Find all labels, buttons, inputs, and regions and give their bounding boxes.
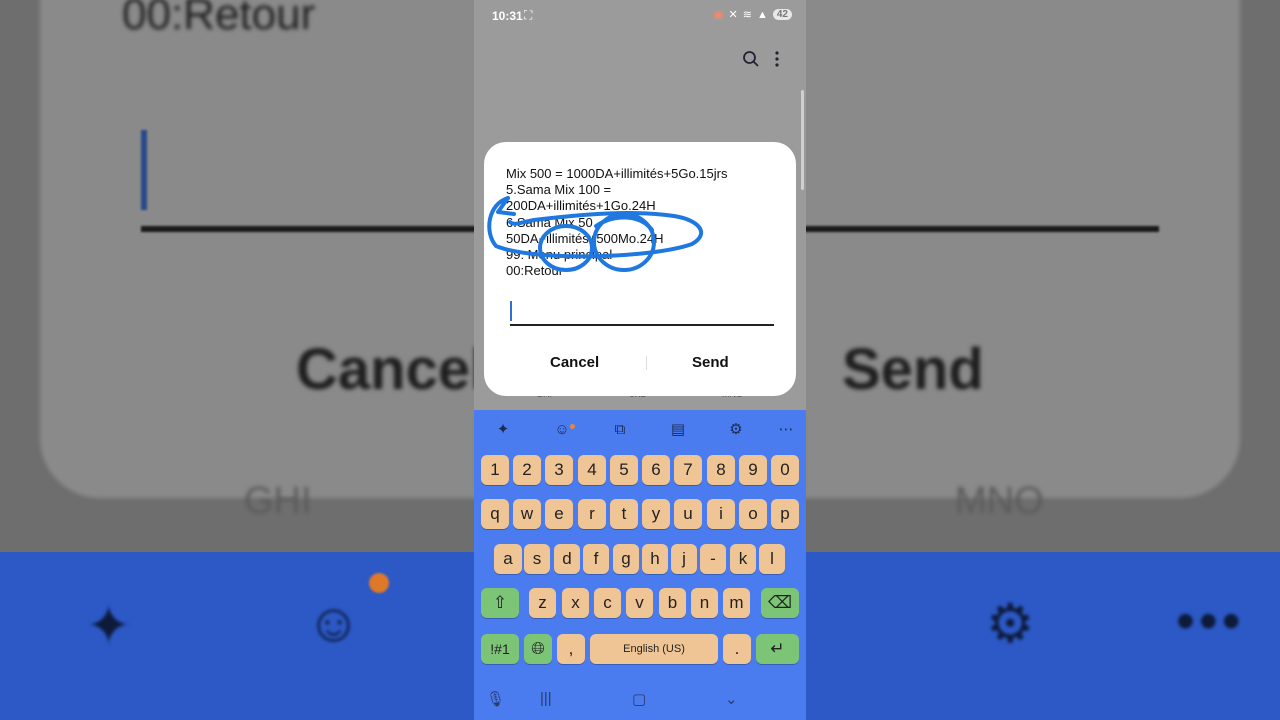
key-i[interactable]: i bbox=[707, 499, 735, 529]
key-1[interactable]: 1 bbox=[481, 455, 509, 485]
bg-smiley-icon: ☺ bbox=[306, 593, 362, 653]
key-m[interactable]: m bbox=[723, 588, 750, 618]
key-j[interactable]: j bbox=[671, 544, 697, 574]
message-line: 5.Sama Mix 100 = bbox=[506, 182, 612, 198]
status-icons: ▣ ✕ ≋ ▲ 42 bbox=[713, 8, 792, 21]
ussd-dialog: Mix 500 = 1000DA+illimités+5Go.15jrs 5.S… bbox=[484, 142, 796, 396]
key-7[interactable]: 7 bbox=[674, 455, 702, 485]
wifi-icon: ≋ bbox=[742, 9, 752, 21]
keyboard-toolbar: ✦ ☺ ⧉ ▤ ⚙ ⋯ bbox=[474, 418, 806, 442]
status-time: 10:31 bbox=[492, 9, 523, 23]
key-b[interactable]: b bbox=[659, 588, 686, 618]
status-bar: 10:31 ⛶ ▣ ✕ ≋ ▲ 42 bbox=[474, 0, 806, 32]
bg-cursor bbox=[141, 130, 147, 210]
samsung-keyboard: ✦ ☺ ⧉ ▤ ⚙ ⋯ 1 2 3 4 5 6 7 8 9 0 q w e r … bbox=[474, 410, 806, 720]
space-key[interactable]: English (US) bbox=[590, 634, 718, 664]
key-l[interactable]: l bbox=[759, 544, 785, 574]
reply-input[interactable] bbox=[510, 324, 774, 326]
key-y[interactable]: y bbox=[642, 499, 670, 529]
message-line: 200DA+illimités+1Go.24H bbox=[506, 198, 656, 214]
key-d[interactable]: d bbox=[554, 544, 580, 574]
shift-key[interactable]: ⇧ bbox=[481, 588, 519, 618]
signal-icon: ▲ bbox=[756, 8, 768, 21]
key-u[interactable]: u bbox=[674, 499, 702, 529]
key-a[interactable]: a bbox=[494, 544, 522, 574]
key-3[interactable]: 3 bbox=[545, 455, 573, 485]
hide-keyboard-icon[interactable]: ⌄ bbox=[725, 690, 738, 708]
key-f[interactable]: f bbox=[583, 544, 609, 574]
search-icon[interactable] bbox=[742, 50, 760, 68]
bg-more-icon: ••• bbox=[1176, 591, 1245, 651]
key-9[interactable]: 9 bbox=[739, 455, 767, 485]
key-h[interactable]: h bbox=[642, 544, 668, 574]
message-line: 6.Sama Mix 50 bbox=[506, 214, 593, 230]
symbols-key[interactable]: !#1 bbox=[481, 634, 519, 664]
emoji-icon[interactable]: ☺ bbox=[550, 418, 574, 442]
key-t[interactable]: t bbox=[610, 499, 638, 529]
key-k[interactable]: k bbox=[730, 544, 756, 574]
settings-gear-icon[interactable]: ⚙ bbox=[724, 418, 748, 442]
message-line: 99: Menu principal bbox=[506, 247, 613, 263]
cancel-button[interactable]: Cancel bbox=[550, 354, 599, 371]
button-divider bbox=[646, 356, 647, 370]
key-x[interactable]: x bbox=[562, 588, 589, 618]
comma-key[interactable]: , bbox=[557, 634, 585, 664]
key-6[interactable]: 6 bbox=[642, 455, 670, 485]
key-5[interactable]: 5 bbox=[610, 455, 638, 485]
period-key[interactable]: . bbox=[723, 634, 751, 664]
key-q[interactable]: q bbox=[481, 499, 509, 529]
key-0[interactable]: 0 bbox=[771, 455, 799, 485]
key-o[interactable]: o bbox=[739, 499, 767, 529]
key-v[interactable]: v bbox=[626, 588, 653, 618]
backspace-key[interactable]: ⌫ bbox=[761, 588, 799, 618]
app-bar-actions bbox=[742, 50, 780, 68]
globe-key[interactable]: 🌐︎ bbox=[524, 634, 552, 664]
message-line: Mix 500 = 1000DA+illimités+5Go.15jrs bbox=[506, 166, 728, 181]
key-2[interactable]: 2 bbox=[513, 455, 541, 485]
ai-sparkle-icon[interactable]: ✦ bbox=[491, 418, 515, 442]
recent-apps-icon[interactable]: ||| bbox=[540, 690, 552, 707]
translate-icon[interactable]: ⧉ bbox=[608, 418, 632, 442]
emoji-notification-dot bbox=[570, 424, 575, 429]
ussd-message: Mix 500 = 1000DA+illimités+5Go.15jrs 5.S… bbox=[506, 166, 776, 279]
bg-cancel-text: Cancel bbox=[296, 337, 487, 402]
send-button[interactable]: Send bbox=[692, 354, 729, 371]
key-n[interactable]: n bbox=[691, 588, 718, 618]
bg-notification-dot bbox=[369, 573, 389, 593]
key-8[interactable]: 8 bbox=[707, 455, 735, 485]
key-s[interactable]: s bbox=[524, 544, 550, 574]
bg-retour-text: 00:Retour bbox=[122, 0, 316, 39]
bg-sparkle-icon: ✦ bbox=[86, 596, 132, 656]
mute-icon: ✕ bbox=[728, 9, 738, 21]
navigation-bar: 🎙︎ ||| ▢ ⌄ bbox=[474, 686, 806, 716]
more-icon[interactable]: ⋯ bbox=[774, 418, 798, 442]
key-g[interactable]: g bbox=[613, 544, 639, 574]
key-e[interactable]: e bbox=[545, 499, 573, 529]
message-line: 00:Retour bbox=[506, 263, 564, 279]
cast-icon: ▣ bbox=[713, 9, 724, 21]
bg-mno-text: MNO bbox=[955, 480, 1044, 522]
key-r[interactable]: r bbox=[578, 499, 606, 529]
key-z[interactable]: z bbox=[529, 588, 556, 618]
battery-badge: 42 bbox=[772, 9, 792, 20]
home-icon[interactable]: ▢ bbox=[632, 690, 646, 708]
phone-screen: 10:31 ⛶ ▣ ✕ ≋ ▲ 42 GHI JKL MNO Mix 500 =… bbox=[474, 0, 806, 720]
text-cursor bbox=[510, 301, 512, 321]
bg-send-text: Send bbox=[842, 337, 984, 402]
key-p[interactable]: p bbox=[771, 499, 799, 529]
more-options-icon[interactable] bbox=[774, 50, 780, 68]
enter-key[interactable]: ↵ bbox=[756, 634, 799, 664]
bg-ghi-text: GHI bbox=[244, 480, 312, 522]
scrollbar bbox=[801, 90, 804, 190]
key-dash[interactable]: - bbox=[700, 544, 726, 574]
key-4[interactable]: 4 bbox=[578, 455, 606, 485]
bg-gear-icon: ⚙ bbox=[986, 594, 1035, 654]
key-c[interactable]: c bbox=[594, 588, 621, 618]
message-line: 50DA+illimités+500Mo.24H bbox=[506, 230, 664, 246]
key-w[interactable]: w bbox=[513, 499, 541, 529]
clipboard-icon[interactable]: ▤ bbox=[666, 418, 690, 442]
screenshot-icon: ⛶ bbox=[524, 8, 533, 22]
microphone-icon[interactable]: 🎙︎ bbox=[486, 690, 505, 708]
